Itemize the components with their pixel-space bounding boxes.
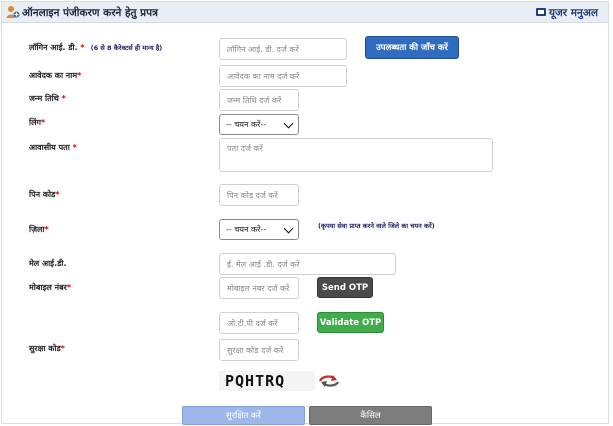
district-select[interactable]: -- चयन करें--	[219, 219, 299, 240]
dob-label: जन्म तिथि *	[29, 93, 66, 104]
mobile-label-text: मोबाइल नंबर	[29, 283, 67, 292]
mobile-input[interactable]	[219, 277, 299, 299]
gender-label-text: लिंग	[29, 118, 41, 127]
email-input[interactable]	[219, 253, 396, 275]
mobile-label: मोबाइल नंबर*	[29, 282, 71, 293]
required-mark: *	[66, 283, 72, 292]
required-mark: *	[41, 118, 46, 127]
required-mark: *	[60, 344, 65, 353]
security-code-input[interactable]	[219, 339, 299, 361]
login-id-label: लॉगिन आई. डी. * (6 से 8 कैरेक्टर्स ही मान…	[29, 42, 162, 53]
district-label-text: ज़िला	[29, 225, 45, 234]
required-mark: *	[44, 225, 49, 234]
check-availability-button[interactable]: उपलब्धता की जाँच करें	[365, 36, 459, 59]
required-mark: *	[77, 71, 82, 80]
save-button[interactable]: सुरक्षित करें	[182, 406, 305, 425]
district-selected-value: -- चयन करें--	[226, 225, 267, 234]
required-mark: *	[72, 143, 77, 152]
page-title: ऑनलाइन पंजीकरण करने हेतु प्रपत्र	[22, 7, 158, 19]
email-label: मेल आई.डी.	[29, 259, 67, 268]
send-otp-button[interactable]: Send OTP	[317, 277, 373, 298]
login-id-hint: (6 से 8 कैरेक्टर्स ही मान्य है)	[90, 44, 163, 52]
user-add-icon	[6, 6, 20, 18]
chevron-down-icon	[283, 223, 294, 233]
chevron-down-icon	[283, 118, 294, 128]
user-manual-label: यूजर मनुअल	[548, 7, 598, 19]
applicant-name-label: आवेदक का नाम*	[29, 70, 81, 81]
required-mark: *	[55, 190, 60, 199]
captcha-image: PQHTRQ	[219, 371, 315, 391]
applicant-name-input[interactable]	[219, 65, 347, 87]
address-label: आवासीय पता *	[29, 142, 77, 153]
pincode-label: पिन कोड*	[29, 189, 60, 200]
required-mark: *	[80, 43, 85, 52]
address-label-text: आवासीय पता	[29, 143, 70, 152]
pincode-label-text: पिन कोड	[29, 190, 56, 199]
user-manual-link[interactable]: यूजर मनुअल	[535, 6, 598, 20]
address-textarea[interactable]	[219, 138, 493, 172]
district-label: ज़िला*	[29, 224, 49, 235]
security-code-label-text: सुरक्षा कोड	[29, 344, 61, 353]
pincode-input[interactable]	[219, 184, 299, 206]
refresh-captcha-icon[interactable]	[317, 372, 341, 390]
validate-otp-button[interactable]: Validate OTP	[317, 312, 384, 333]
otp-input[interactable]	[219, 312, 299, 334]
gender-label: लिंग*	[29, 117, 45, 128]
gender-selected-value: -- चयन करें--	[226, 120, 267, 129]
district-note: (कृपया सेवा प्राप्त करने वाले जिले का चय…	[318, 222, 435, 230]
security-code-label: सुरक्षा कोड*	[29, 343, 65, 354]
applicant-name-label-text: आवेदक का नाम	[29, 71, 78, 80]
cancel-button[interactable]: कैंसिल	[309, 406, 432, 425]
manual-icon	[535, 8, 546, 16]
gender-select[interactable]: -- चयन करें--	[219, 114, 299, 135]
login-id-label-text: लॉगिन आई. डी.	[29, 43, 78, 52]
dob-input[interactable]	[219, 89, 299, 111]
login-id-input[interactable]	[219, 38, 347, 60]
header-bar: ऑनलाइन पंजीकरण करने हेतु प्रपत्र यूजर मन…	[2, 2, 608, 23]
dob-label-text: जन्म तिथि	[29, 94, 59, 103]
required-mark: *	[61, 94, 66, 103]
